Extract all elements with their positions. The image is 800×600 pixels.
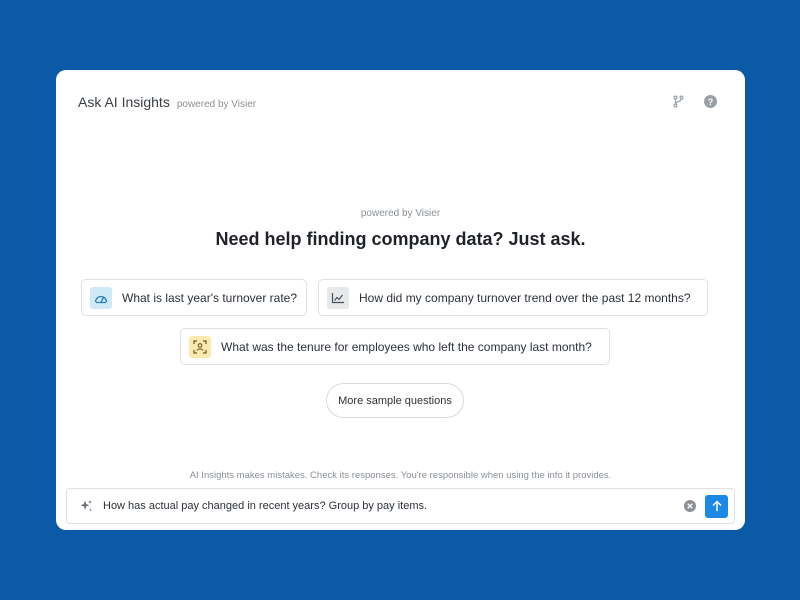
line-chart-icon [327,286,349,309]
suggestion-text: What was the tenure for employees who le… [221,339,592,354]
person-focus-icon [189,335,211,358]
arrow-up-icon [711,500,722,511]
welcome-headline: Need help finding company data? Just ask… [215,229,586,249]
suggestion-text: What is last year's turnover rate? [122,290,298,305]
panel-header: Ask AI Insights powered by Visier [78,94,256,110]
gauge-icon [90,286,112,309]
branch-icon[interactable] [671,94,685,108]
disclaimer-text: AI Insights makes mistakes. Check its re… [189,470,612,481]
clear-icon[interactable] [683,499,697,513]
query-input[interactable] [103,500,675,512]
ai-insights-panel: Ask AI Insights powered by Visier ? powe… [56,70,745,530]
welcome-powered-by: powered by Visier [360,208,441,219]
svg-text:?: ? [707,96,713,106]
suggestion-text: How did my company turnover trend over t… [359,290,691,305]
panel-title: Ask AI Insights [78,94,170,110]
send-button[interactable] [705,494,728,518]
header-powered-by: powered by Visier [176,99,257,110]
sparkle-icon [79,499,93,513]
help-icon[interactable]: ? [703,94,717,108]
header-actions: ? [671,94,717,108]
suggestion-chip-turnover-trend[interactable]: How did my company turnover trend over t… [318,279,708,316]
suggestion-chip-turnover-rate[interactable]: What is last year's turnover rate? [81,279,307,316]
more-sample-questions-button[interactable]: More sample questions [326,383,464,418]
query-input-bar [66,488,735,524]
suggestion-chip-tenure[interactable]: What was the tenure for employees who le… [180,328,610,365]
